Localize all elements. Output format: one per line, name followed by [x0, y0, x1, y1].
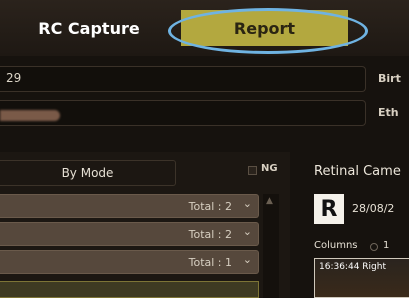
- viewer-title: Retinal Came: [314, 164, 401, 179]
- top-bar: RC Capture Report: [0, 0, 409, 56]
- right-eye-badge: R: [314, 194, 344, 224]
- chevron-down-icon[interactable]: ⌄: [243, 253, 252, 266]
- patient-id-value: 29: [6, 71, 22, 85]
- list-item[interactable]: Total : 2 ⌄: [0, 222, 259, 246]
- thumbnail-caption: 16:36:44 Right: [319, 262, 386, 272]
- patient-id-field[interactable]: 29: [0, 66, 366, 92]
- tab-report[interactable]: Report: [181, 10, 348, 46]
- chevron-down-icon[interactable]: ⌄: [243, 197, 252, 210]
- columns-radio[interactable]: [370, 243, 378, 251]
- tab-rc-capture[interactable]: RC Capture: [0, 10, 178, 46]
- group-total: Total : 2: [188, 200, 232, 213]
- tab-by-mode[interactable]: By Mode: [0, 160, 176, 186]
- capture-date: 28/08/2: [352, 202, 395, 215]
- columns-label: Columns: [314, 240, 358, 251]
- ng-label: NG: [261, 163, 278, 174]
- list-item[interactable]: Total : 1 ⌄: [0, 250, 259, 274]
- redacted-value: [0, 110, 60, 121]
- patient-name-field[interactable]: [0, 100, 366, 126]
- scroll-up-icon[interactable]: ▲: [266, 196, 273, 206]
- ethnicity-label: Eth: [378, 106, 399, 119]
- columns-value: 1: [383, 240, 390, 251]
- scrollbar[interactable]: [263, 194, 279, 298]
- image-thumbnail[interactable]: 16:36:44 Right: [314, 258, 409, 298]
- list-item[interactable]: Total : 2 ⌄: [0, 194, 259, 218]
- ng-checkbox[interactable]: [248, 166, 257, 175]
- birth-label: Birt: [378, 72, 401, 85]
- list-item-selected[interactable]: [0, 281, 259, 298]
- group-total: Total : 2: [188, 228, 232, 241]
- chevron-down-icon[interactable]: ⌄: [243, 225, 252, 238]
- group-total: Total : 1: [188, 256, 232, 269]
